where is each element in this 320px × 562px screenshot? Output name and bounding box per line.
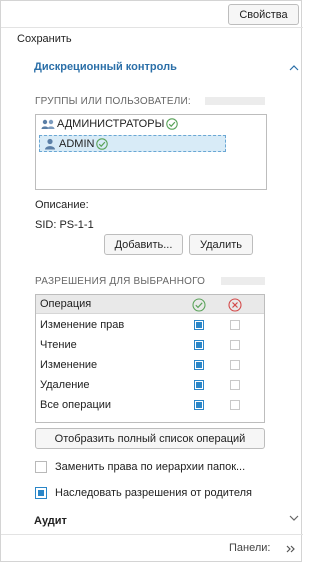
- user-icon: [45, 138, 55, 149]
- allow-checkbox[interactable]: [194, 360, 204, 370]
- groups-users-label: ГРУППЫ ИЛИ ПОЛЬЗОВАТЕЛИ:: [35, 96, 191, 107]
- permission-row-label: Изменение прав: [40, 319, 125, 331]
- description-label: Описание:: [35, 199, 89, 211]
- section-title-discretionary[interactable]: Дискреционный контроль: [34, 61, 177, 73]
- show-full-operations-button[interactable]: Отобразить полный список операций: [35, 428, 265, 449]
- deny-checkbox[interactable]: [230, 360, 240, 370]
- check-circle-icon: [166, 118, 179, 130]
- permissions-table: Операция Изменение прав Чтение Изменение…: [35, 294, 265, 423]
- list-item-user-group[interactable]: АДМИНИСТРАТОРЫ: [41, 116, 179, 132]
- save-action[interactable]: Сохранить: [17, 33, 72, 45]
- replace-rights-label[interactable]: Заменить права по иерархии папок...: [55, 461, 245, 473]
- deny-checkbox[interactable]: [230, 340, 240, 350]
- section-title-audit[interactable]: Аудит: [34, 515, 67, 527]
- cross-circle-icon: [228, 298, 242, 312]
- permissions-header-row: Операция: [36, 295, 264, 314]
- chevron-up-icon[interactable]: [288, 63, 300, 73]
- replace-rights-checkbox[interactable]: [35, 461, 47, 473]
- permission-row-label: Удаление: [40, 379, 90, 391]
- allow-checkbox[interactable]: [194, 380, 204, 390]
- sid-value: SID: PS-1-1: [35, 219, 94, 231]
- chevron-down-icon[interactable]: [288, 513, 300, 523]
- users-list[interactable]: АДМИНИСТРАТОРЫ ADMIN: [35, 114, 267, 190]
- properties-button[interactable]: Свойства: [228, 4, 299, 25]
- inherit-permissions-checkbox[interactable]: [35, 487, 47, 499]
- deny-checkbox[interactable]: [230, 400, 240, 410]
- security-panel: Свойства Сохранить Дискреционный контрол…: [0, 0, 303, 562]
- add-button[interactable]: Добавить...: [104, 234, 183, 255]
- inherit-permissions-label[interactable]: Наследовать разрешения от родителя: [55, 487, 252, 499]
- check-circle-icon: [96, 137, 109, 150]
- list-item-label: ADMIN: [59, 137, 95, 150]
- panels-label: Панели:: [229, 542, 271, 554]
- groups-label-divider: [205, 97, 265, 105]
- allow-checkbox[interactable]: [194, 320, 204, 330]
- deny-checkbox[interactable]: [230, 380, 240, 390]
- list-item-label: АДМИНИСТРАТОРЫ: [57, 118, 165, 130]
- allow-checkbox[interactable]: [194, 340, 204, 350]
- permission-row-label: Изменение: [40, 359, 98, 371]
- operation-column-header: Операция: [40, 298, 92, 310]
- permissions-label: РАЗРЕШЕНИЯ ДЛЯ ВЫБРАННОГО: [35, 276, 206, 287]
- permission-row-label: Чтение: [40, 339, 77, 351]
- check-circle-icon: [192, 298, 206, 312]
- allow-checkbox[interactable]: [194, 400, 204, 410]
- deny-checkbox[interactable]: [230, 320, 240, 330]
- permissions-label-divider: [221, 277, 265, 285]
- delete-button[interactable]: Удалить: [189, 234, 253, 255]
- user-group-icon: [41, 119, 55, 129]
- list-item-user[interactable]: ADMIN: [39, 135, 226, 152]
- double-chevron-right-icon[interactable]: [285, 544, 297, 554]
- permission-row-label: Все операции: [40, 399, 112, 411]
